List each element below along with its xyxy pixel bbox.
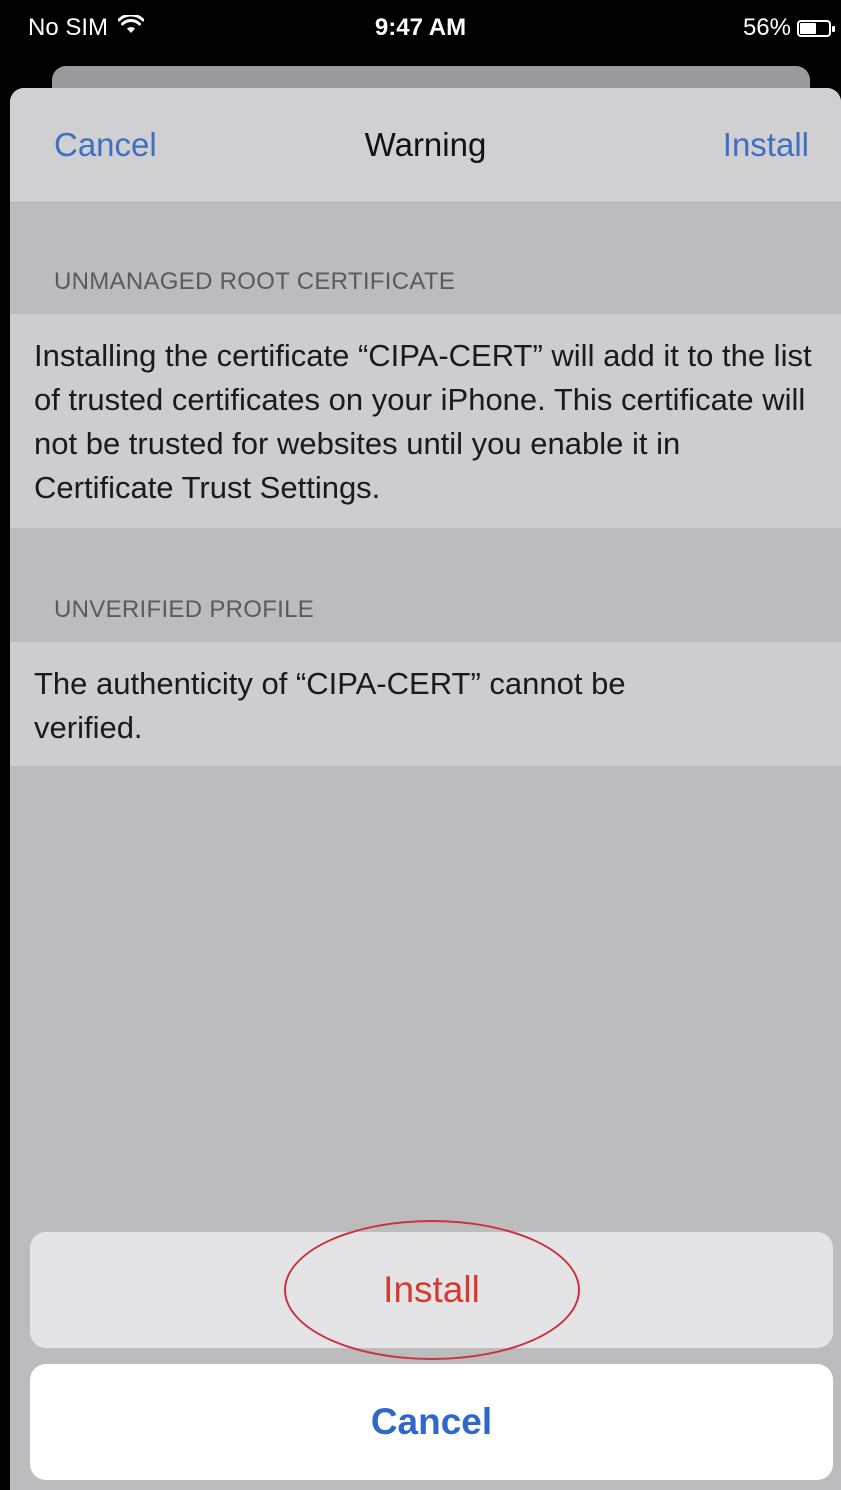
- action-cancel-label: Cancel: [370, 1401, 493, 1442]
- section-body-unmanaged-root: Installing the certificate “CIPA-CERT” w…: [10, 314, 841, 528]
- status-bar: No SIM 9:47 AM 56%: [0, 0, 841, 60]
- warning-sheet: Cancel Warning Install UNMANAGED ROOT CE…: [10, 88, 841, 1490]
- section-text: Installing the certificate “CIPA-CERT” w…: [34, 338, 812, 505]
- status-time: 9:47 AM: [374, 14, 467, 41]
- battery-fill: [800, 22, 816, 34]
- action-install-button[interactable]: Install: [30, 1232, 833, 1348]
- status-right: 56%: [742, 14, 835, 42]
- nav-bar: Cancel Warning Install: [10, 88, 841, 203]
- section-header-unverified-profile: UNVERIFIED PROFILE: [54, 596, 315, 623]
- page-title: Warning: [364, 126, 487, 163]
- battery-percent: 56%: [742, 14, 791, 41]
- nav-install-button[interactable]: Install: [723, 126, 809, 164]
- action-install-label: Install: [383, 1269, 480, 1310]
- action-cancel-button[interactable]: Cancel: [30, 1364, 833, 1480]
- section-body-unverified-profile: The authenticity of “CIPA-CERT” cannot b…: [10, 642, 841, 766]
- section-text: The authenticity of “CIPA-CERT” cannot b…: [34, 666, 626, 745]
- section-header-unmanaged-root: UNMANAGED ROOT CERTIFICATE: [54, 268, 456, 295]
- screen: No SIM 9:47 AM 56% Cancel Warning Instal…: [0, 0, 841, 1490]
- battery-icon: [797, 19, 835, 37]
